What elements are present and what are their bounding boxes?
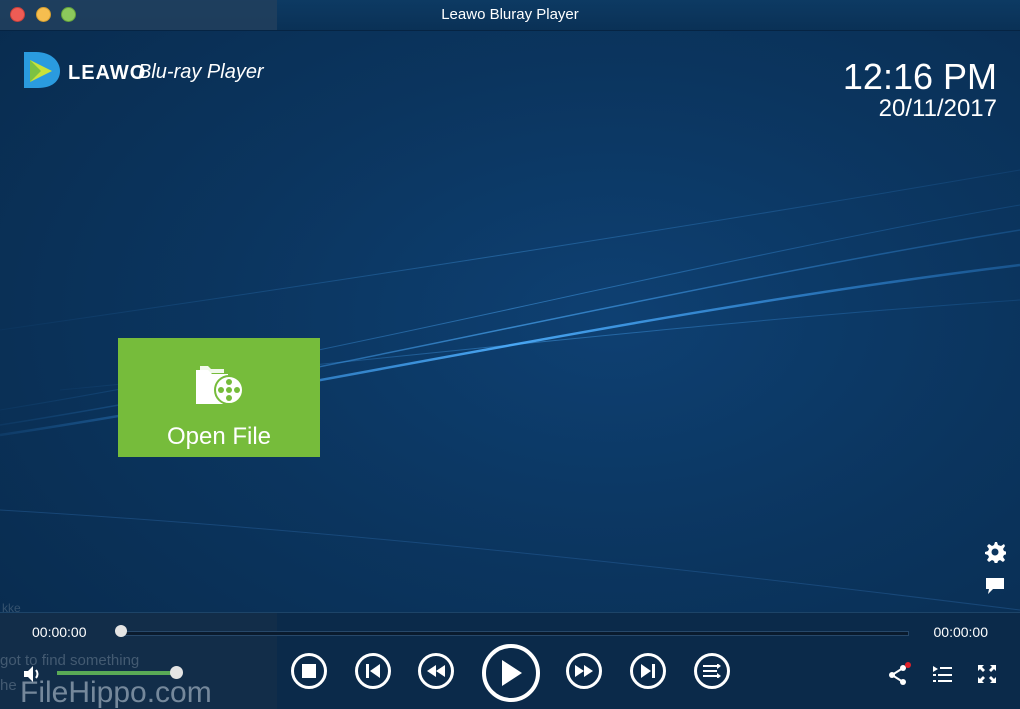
open-file-button[interactable]: Open File [118,338,320,457]
current-time: 00:00:00 [32,624,87,640]
playback-mode-icon [703,664,721,678]
gear-icon[interactable] [984,541,1006,563]
fast-forward-button[interactable] [566,653,602,689]
playlist-icon[interactable] [931,664,953,684]
clock-time: 12:16 PM [842,56,997,97]
skip-next-icon [641,664,655,678]
folder-film-icon [196,366,244,405]
seek-bar[interactable] [121,631,909,636]
playback-mode-button[interactable] [694,653,730,689]
skip-previous-icon [366,664,380,678]
product-name: Blu-ray Player [138,61,264,83]
play-icon [502,660,522,686]
volume-slider[interactable] [57,671,178,675]
fullscreen-icon[interactable] [977,664,997,684]
brand-name: LEAWO [68,62,147,84]
share-icon[interactable] [887,662,911,686]
play-button[interactable] [482,644,540,702]
rewind-icon [427,665,445,677]
window-title: Leawo Bluray Player [441,6,579,23]
fast-forward-icon [575,665,593,677]
title-bar: Leawo Bluray Player [0,0,1020,31]
next-button[interactable] [630,653,666,689]
clock-date: 20/11/2017 [878,95,997,122]
player-window: Leawo Bluray Player LEAWO Blu-ray Player… [0,0,1020,709]
background-overlay-text: got to find something [0,652,140,669]
background-overlay-text: he [0,677,17,694]
leawo-logo-icon [24,52,60,88]
previous-button[interactable] [355,653,391,689]
rewind-button[interactable] [418,653,454,689]
background-streaks [0,169,1020,611]
open-file-label: Open File [166,423,272,450]
total-time: 00:00:00 [933,624,989,640]
watermark: FileHippo.com [20,676,212,709]
speech-bubble-icon[interactable] [984,576,1006,596]
seek-handle[interactable] [115,625,127,637]
stop-button[interactable] [291,653,327,689]
stop-icon [302,664,316,678]
